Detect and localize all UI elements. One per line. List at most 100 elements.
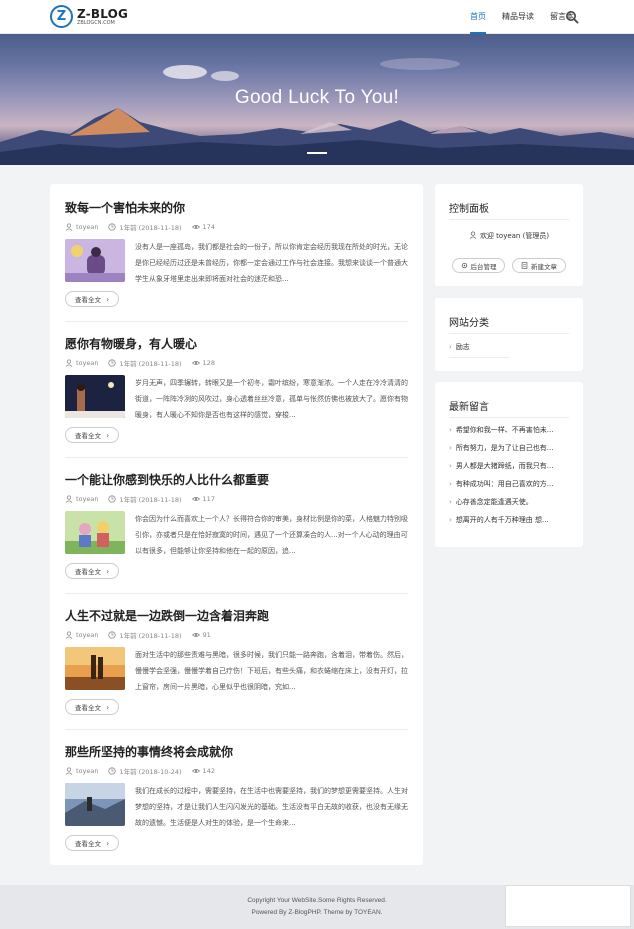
comment-item[interactable]: › 男人都是大猪蹄纸，而我只有... bbox=[449, 460, 573, 472]
post-date: 1年前 (2018-11-18) bbox=[119, 360, 182, 368]
post-divider bbox=[65, 321, 408, 322]
comment-text: 有种成功叫：用自己喜欢的方... bbox=[455, 480, 554, 488]
post-date: 1年前 (2018-11-18) bbox=[119, 224, 182, 232]
post-thumbnail[interactable] bbox=[65, 239, 125, 282]
comment-text: 心存善念定能逢遇天使。 bbox=[455, 498, 533, 506]
comment-item[interactable]: › 想离开的人有千万种理由 想... bbox=[449, 514, 573, 526]
post-title[interactable]: 那些所坚持的事情终将会成就你 bbox=[65, 744, 408, 761]
post-thumbnail[interactable] bbox=[65, 375, 125, 418]
category-divider bbox=[449, 357, 509, 358]
user-icon bbox=[65, 767, 73, 775]
new-post-button[interactable]: 新建文章 bbox=[512, 258, 566, 273]
post-meta: toyean 1年前 (2018-11-18) 174 bbox=[65, 222, 408, 232]
user-icon bbox=[65, 631, 73, 639]
post-excerpt: 面对生活中的那些责难与黑暗，很多时候，我们只能一路奔跑，含着泪，带着伤。然后，慢… bbox=[135, 651, 408, 691]
clock-icon bbox=[108, 767, 117, 775]
read-more-button[interactable]: 查看全文 › bbox=[65, 291, 120, 307]
post-views: 174 bbox=[202, 223, 215, 231]
post-body: 没有人是一座孤岛，我们都是社会的一份子，所以你肯定会经历我现在所处的时光，无论是… bbox=[65, 239, 408, 287]
post-views: 142 bbox=[202, 767, 215, 775]
post-views: 117 bbox=[202, 495, 215, 503]
widget-title: 最新留言 bbox=[449, 402, 489, 413]
chevron-right-icon: › bbox=[449, 426, 452, 434]
read-more-label: 查看全文 bbox=[75, 568, 101, 576]
post-item: 人生不过就是一边跌倒一边含着泪奔跑 toyean 1年前 (2018-11-18… bbox=[65, 608, 408, 715]
category-item[interactable]: › 励志 bbox=[449, 342, 470, 352]
welcome-text: 欢迎 toyean (管理员) bbox=[435, 231, 583, 241]
post-thumbnail[interactable] bbox=[65, 783, 125, 826]
comment-text: 希望你和我一样、不再害怕未... bbox=[455, 426, 554, 434]
comment-item[interactable]: › 心存善念定能逢遇天使。 bbox=[449, 496, 573, 508]
widget-title: 控制面板 bbox=[449, 204, 489, 215]
read-more-button[interactable]: 查看全文 › bbox=[65, 427, 120, 443]
eye-icon bbox=[191, 633, 200, 637]
post-title[interactable]: 人生不过就是一边跌倒一边含着泪奔跑 bbox=[65, 608, 408, 625]
eye-icon bbox=[191, 225, 200, 229]
read-more-label: 查看全文 bbox=[75, 296, 101, 304]
read-more-button[interactable]: 查看全文 › bbox=[65, 699, 120, 715]
post-author[interactable]: toyean bbox=[76, 767, 98, 775]
post-author[interactable]: toyean bbox=[76, 223, 98, 231]
chevron-right-icon: › bbox=[106, 702, 110, 712]
post-excerpt: 你会因为什么而喜欢上一个人？长得符合你的审美，身材比例是你的菜，人格魅力特别吸引… bbox=[135, 515, 408, 555]
read-more-label: 查看全文 bbox=[75, 840, 101, 848]
clock-icon bbox=[108, 495, 117, 503]
post-author[interactable]: toyean bbox=[76, 631, 98, 639]
widget-title: 网站分类 bbox=[449, 318, 489, 329]
comment-text: 想离开的人有千万种理由 想... bbox=[455, 516, 549, 524]
post-date: 1年前 (2018-10-24) bbox=[119, 768, 182, 776]
post-item: 致每一个害怕未来的你 toyean 1年前 (2018-11-18) 174 没… bbox=[65, 200, 408, 307]
post-body: 我们在成长的过程中，需要坚持，在生活中也需要坚持，我们的梦想更需要坚持。人生对梦… bbox=[65, 783, 408, 831]
hero-banner: Good Luck To You! bbox=[0, 34, 634, 165]
user-icon bbox=[65, 359, 73, 367]
footer-blank-box bbox=[505, 885, 631, 927]
logo-name: Z-BLOG bbox=[77, 6, 129, 21]
chevron-right-icon: › bbox=[449, 516, 452, 524]
post-divider bbox=[65, 593, 408, 594]
post-body: 岁月无声，四季辗转，转眼又是一个初冬，霜叶缤纷，寒意渐浓。一个人走在冷冷清清的街… bbox=[65, 375, 408, 423]
document-icon bbox=[521, 262, 528, 269]
chevron-right-icon: › bbox=[106, 430, 110, 440]
category-label: 励志 bbox=[455, 343, 470, 351]
clock-icon bbox=[108, 631, 117, 639]
site-header: Z Z-BLOG ZBLOGCN.COM 首页 精品导读 留言本 bbox=[0, 0, 634, 34]
eye-icon bbox=[191, 497, 200, 501]
nav-item-home[interactable]: 首页 bbox=[470, 0, 486, 34]
nav-item-featured[interactable]: 精品导读 bbox=[502, 0, 534, 34]
post-thumbnail[interactable] bbox=[65, 511, 125, 554]
post-excerpt: 岁月无声，四季辗转，转眼又是一个初冬，霜叶缤纷，寒意渐浓。一个人走在冷冷清清的街… bbox=[135, 379, 408, 419]
user-icon bbox=[469, 231, 477, 239]
post-excerpt: 没有人是一座孤岛，我们都是社会的一份子，所以你肯定会经历我现在所处的时光，无论是… bbox=[135, 243, 408, 283]
widget-latest-comments: 最新留言 › 希望你和我一样、不再害怕未... › 所有努力，是为了让自己也有...… bbox=[435, 382, 583, 547]
comment-item[interactable]: › 有种成功叫：用自己喜欢的方... bbox=[449, 478, 573, 490]
post-author[interactable]: toyean bbox=[76, 495, 98, 503]
user-icon bbox=[65, 495, 73, 503]
read-more-label: 查看全文 bbox=[75, 704, 101, 712]
post-item: 一个能让你感到快乐的人比什么都重要 toyean 1年前 (2018-11-18… bbox=[65, 472, 408, 579]
admin-button-label: 后台管理 bbox=[470, 262, 497, 271]
main-nav: 首页 精品导读 留言本 bbox=[454, 0, 574, 34]
read-more-label: 查看全文 bbox=[75, 432, 101, 440]
post-divider bbox=[65, 457, 408, 458]
post-body: 你会因为什么而喜欢上一个人？长得符合你的审美，身材比例是你的菜，人格魅力特别吸引… bbox=[65, 511, 408, 559]
read-more-button[interactable]: 查看全文 › bbox=[65, 835, 120, 851]
post-title[interactable]: 致每一个害怕未来的你 bbox=[65, 200, 408, 217]
search-icon[interactable] bbox=[565, 10, 579, 24]
post-meta: toyean 1年前 (2018-11-18) 128 bbox=[65, 358, 408, 368]
widget-control-panel: 控制面板 欢迎 toyean (管理员) 后台管理 新建文章 bbox=[435, 184, 583, 286]
post-title[interactable]: 一个能让你感到快乐的人比什么都重要 bbox=[65, 472, 408, 489]
comment-item[interactable]: › 希望你和我一样、不再害怕未... bbox=[449, 424, 573, 436]
chevron-right-icon: › bbox=[449, 444, 452, 452]
post-title[interactable]: 愿你有物暖身，有人暖心 bbox=[65, 336, 408, 353]
admin-button[interactable]: 后台管理 bbox=[452, 258, 505, 273]
read-more-button[interactable]: 查看全文 › bbox=[65, 563, 120, 579]
post-item: 愿你有物暖身，有人暖心 toyean 1年前 (2018-11-18) 128 … bbox=[65, 336, 408, 443]
comment-text: 所有努力，是为了让自己也有... bbox=[455, 444, 554, 452]
site-logo[interactable]: Z Z-BLOG ZBLOGCN.COM bbox=[50, 5, 128, 28]
comment-item[interactable]: › 所有努力，是为了让自己也有... bbox=[449, 442, 573, 454]
post-author[interactable]: toyean bbox=[76, 359, 98, 367]
comment-text: 男人都是大猪蹄纸，而我只有... bbox=[455, 462, 554, 470]
eye-icon bbox=[191, 769, 200, 773]
post-thumbnail[interactable] bbox=[65, 647, 125, 690]
clock-icon bbox=[108, 359, 117, 367]
